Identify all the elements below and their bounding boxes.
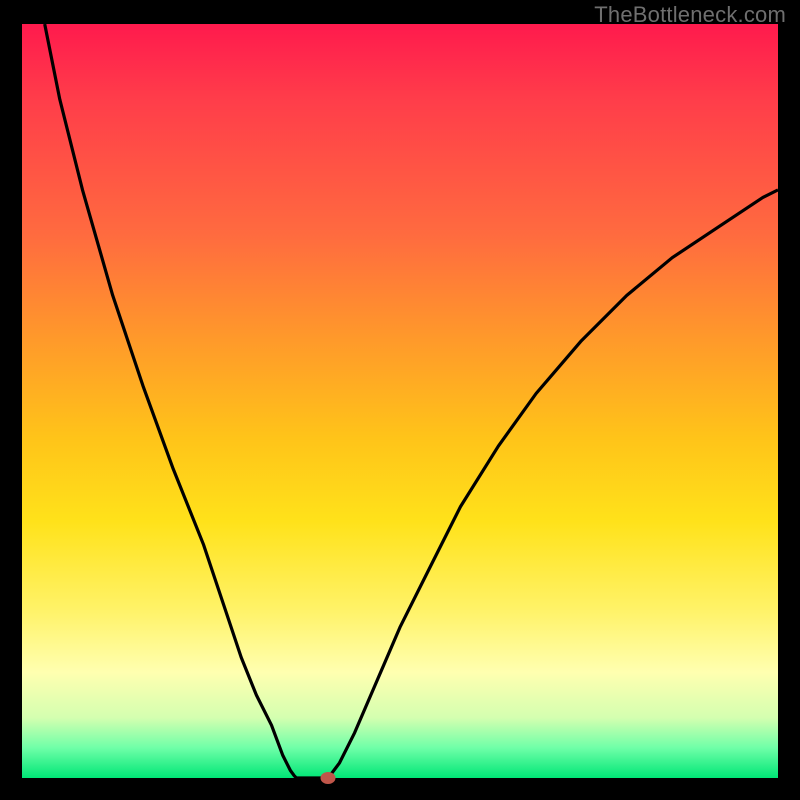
plot-area bbox=[22, 24, 778, 778]
optimal-point-marker bbox=[321, 772, 336, 784]
bottleneck-curve bbox=[22, 24, 778, 778]
chart-stage: TheBottleneck.com bbox=[0, 0, 800, 800]
